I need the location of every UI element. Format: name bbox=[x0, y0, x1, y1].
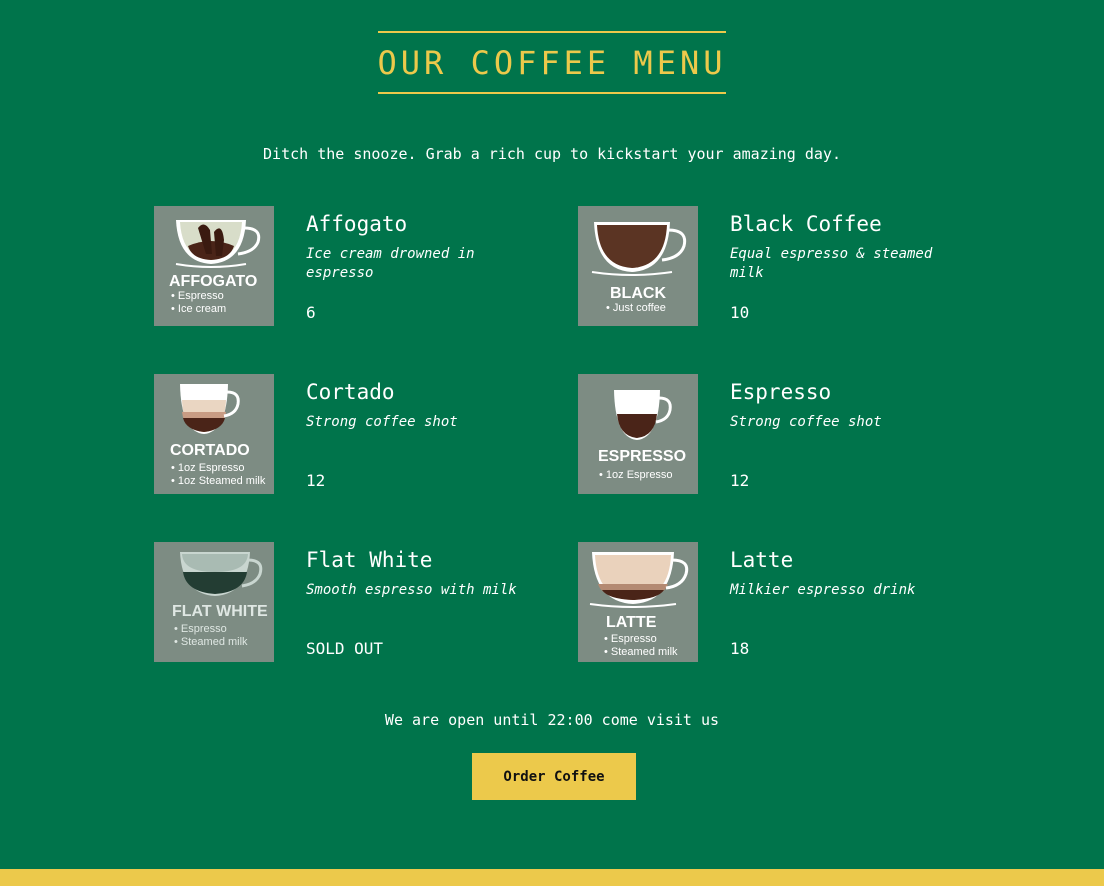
latte-cup-icon: LATTE • Espresso • Steamed milk bbox=[589, 552, 689, 658]
item-name: Cortado bbox=[306, 380, 395, 404]
opening-hours: We are open until 22:00 come visit us bbox=[384, 711, 720, 729]
item-name: Latte bbox=[730, 548, 794, 572]
menu-item-latte: LATTE • Espresso • Steamed milk Latte Mi… bbox=[578, 542, 978, 662]
menu-item-espresso: ESPRESSO • 1oz Espresso Espresso Strong … bbox=[578, 374, 978, 494]
menu-item-affogato: AFFOGATO • Espresso • Ice cream Affogato… bbox=[154, 206, 554, 326]
svg-text:CORTADO: CORTADO bbox=[170, 442, 250, 459]
svg-text:• 1oz Espresso: • 1oz Espresso bbox=[599, 469, 673, 481]
footer-bar bbox=[0, 869, 1104, 886]
svg-text:• Ice cream: • Ice cream bbox=[171, 303, 226, 315]
menu-item-flat-white: FLAT WHITE • Espresso • Steamed milk Fla… bbox=[154, 542, 554, 662]
item-description: Ice cream drowned in espresso bbox=[306, 246, 475, 281]
item-price: 12 bbox=[730, 471, 750, 490]
item-price: 12 bbox=[306, 471, 326, 490]
black-coffee-image: BLACK • Just coffee bbox=[578, 206, 698, 326]
svg-text:• Espresso: • Espresso bbox=[604, 633, 657, 645]
svg-text:FLAT WHITE: FLAT WHITE bbox=[172, 603, 268, 620]
svg-text:AFFOGATO: AFFOGATO bbox=[169, 273, 257, 290]
menu-item-black-coffee: BLACK • Just coffee Black Coffee Equal e… bbox=[578, 206, 978, 326]
item-name: Affogato bbox=[306, 212, 408, 236]
espresso-image: ESPRESSO • 1oz Espresso bbox=[578, 374, 698, 494]
flat-white-cup-icon: FLAT WHITE • Espresso • Steamed milk bbox=[172, 552, 268, 648]
latte-image: LATTE • Espresso • Steamed milk bbox=[578, 542, 698, 662]
svg-text:• Espresso: • Espresso bbox=[171, 290, 224, 302]
svg-text:• Just coffee: • Just coffee bbox=[606, 302, 666, 314]
item-name: Espresso bbox=[730, 380, 832, 404]
item-price: 6 bbox=[306, 303, 316, 322]
svg-text:ESPRESSO: ESPRESSO bbox=[598, 448, 686, 465]
order-coffee-button[interactable]: Order Coffee bbox=[472, 753, 636, 800]
svg-text:BLACK: BLACK bbox=[610, 285, 666, 302]
svg-text:• 1oz Steamed milk: • 1oz Steamed milk bbox=[171, 475, 266, 487]
tagline: Ditch the snooze. Grab a rich cup to kic… bbox=[263, 145, 841, 163]
item-description: Strong coffee shot bbox=[730, 414, 882, 430]
item-description: Strong coffee shot bbox=[306, 414, 458, 430]
svg-text:• Steamed milk: • Steamed milk bbox=[604, 646, 678, 658]
item-price: SOLD OUT bbox=[306, 639, 384, 658]
svg-text:• 1oz Espresso: • 1oz Espresso bbox=[171, 462, 245, 474]
item-description: Equal espresso & steamed milk bbox=[730, 246, 933, 281]
svg-text:LATTE: LATTE bbox=[606, 614, 657, 631]
item-price: 18 bbox=[730, 639, 750, 658]
affogato-cup-icon: AFFOGATO • Espresso • Ice cream bbox=[169, 220, 261, 315]
svg-text:• Espresso: • Espresso bbox=[174, 623, 227, 635]
espresso-cup-icon: ESPRESSO • 1oz Espresso bbox=[598, 390, 686, 481]
item-description: Smooth espresso with milk bbox=[306, 582, 517, 598]
item-name: Flat White bbox=[306, 548, 433, 572]
cortado-glass-icon: CORTADO • 1oz Espresso • 1oz Steamed mil… bbox=[170, 384, 266, 487]
cortado-image: CORTADO • 1oz Espresso • 1oz Steamed mil… bbox=[154, 374, 274, 494]
flat-white-image: FLAT WHITE • Espresso • Steamed milk bbox=[154, 542, 274, 662]
affogato-image: AFFOGATO • Espresso • Ice cream bbox=[154, 206, 274, 326]
item-name: Black Coffee bbox=[730, 212, 882, 236]
title-wrapper: OUR COFFEE MENU bbox=[0, 31, 1104, 94]
svg-text:• Steamed milk: • Steamed milk bbox=[174, 636, 248, 648]
menu-item-cortado: CORTADO • 1oz Espresso • 1oz Steamed mil… bbox=[154, 374, 554, 494]
black-coffee-cup-icon: BLACK • Just coffee bbox=[591, 222, 687, 314]
item-price: 10 bbox=[730, 303, 750, 322]
item-description: Milkier espresso drink bbox=[730, 582, 916, 598]
page-title: OUR COFFEE MENU bbox=[377, 31, 727, 94]
